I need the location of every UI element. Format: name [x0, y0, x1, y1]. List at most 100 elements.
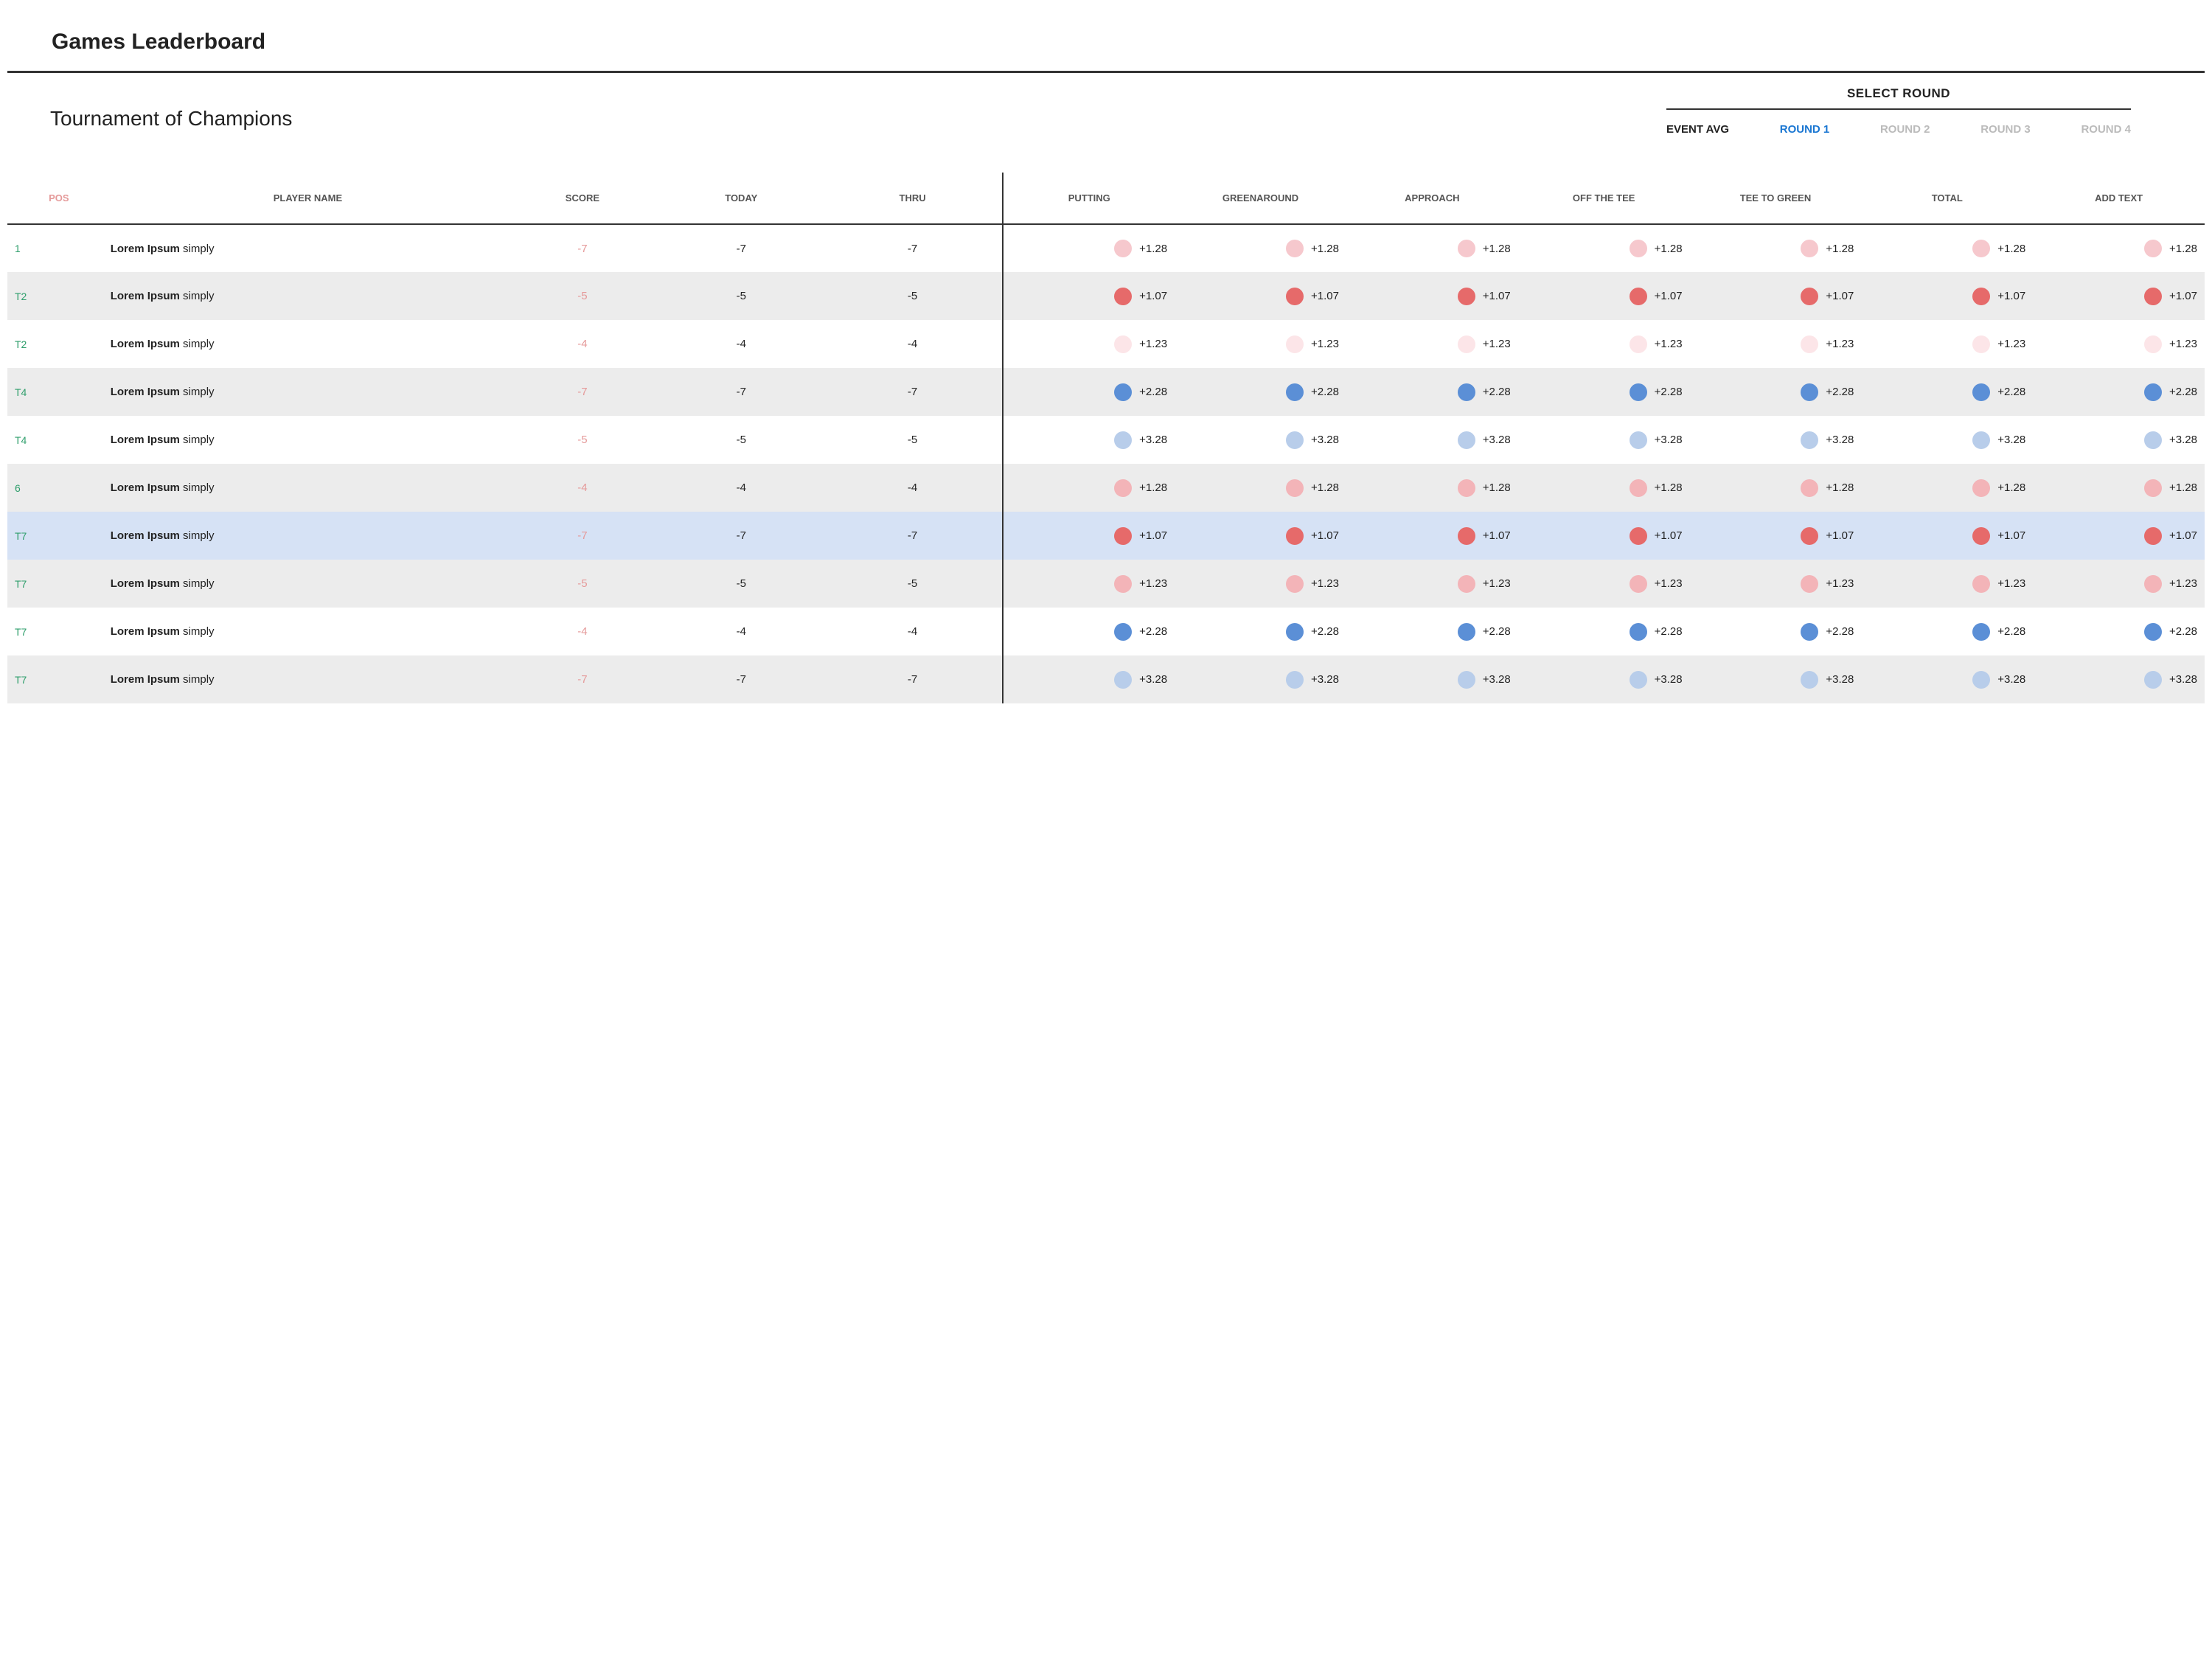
cell-player: Lorem Ipsum simply — [111, 368, 505, 416]
round-selector: SELECT ROUND EVENT AVG ROUND 1 ROUND 2 ROUN… — [1666, 80, 2131, 136]
stat-value: +3.28 — [1311, 673, 1339, 686]
stat-value: +1.23 — [1826, 338, 1854, 350]
table-row[interactable]: T4Lorem Ipsum simply-5-5-5+3.28+3.28+3.2… — [7, 416, 2205, 464]
round-tab-1[interactable]: ROUND 1 — [1780, 123, 1830, 136]
table-row[interactable]: T2Lorem Ipsum simply-4-4-4+1.23+1.23+1.2… — [7, 320, 2205, 368]
cell-pos: 1 — [7, 224, 111, 272]
cell-stat: +3.28 — [1003, 655, 1175, 703]
stat-dot-icon — [1114, 527, 1132, 545]
cell-stat: +1.28 — [2033, 224, 2205, 272]
cell-thru: -4 — [823, 320, 1003, 368]
cell-stat: +1.07 — [1346, 272, 1518, 320]
stat-value: +1.28 — [1483, 481, 1511, 494]
cell-stat: +1.07 — [1518, 512, 1690, 560]
table-row[interactable]: T2Lorem Ipsum simply-5-5-5+1.07+1.07+1.0… — [7, 272, 2205, 320]
stat-dot-icon — [2144, 575, 2162, 593]
cell-thru: -4 — [823, 608, 1003, 655]
stat-dot-icon — [1458, 288, 1475, 305]
stat-dot-icon — [1458, 575, 1475, 593]
stat-dot-icon — [2144, 479, 2162, 497]
cell-score: -5 — [505, 416, 660, 464]
stat-value: +2.28 — [1655, 625, 1683, 638]
cell-thru: -7 — [823, 655, 1003, 703]
page-title: Games Leaderboard — [52, 29, 2205, 55]
select-round-label: SELECT ROUND — [1666, 80, 2131, 108]
cell-thru: -5 — [823, 416, 1003, 464]
cell-stat: +1.23 — [1861, 560, 2033, 608]
stat-value: +1.23 — [1139, 577, 1167, 590]
cell-stat: +2.28 — [1003, 368, 1175, 416]
stat-dot-icon — [1458, 383, 1475, 401]
stat-dot-icon — [1114, 479, 1132, 497]
round-tab-2[interactable]: ROUND 2 — [1880, 123, 1930, 136]
table-row[interactable]: T4Lorem Ipsum simply-7-7-7+2.28+2.28+2.2… — [7, 368, 2205, 416]
stat-dot-icon — [2144, 527, 2162, 545]
stat-value: +1.23 — [1997, 577, 2025, 590]
table-row[interactable]: 1Lorem Ipsum simply-7-7-7+1.28+1.28+1.28… — [7, 224, 2205, 272]
stat-dot-icon — [1972, 383, 1990, 401]
cell-score: -5 — [505, 272, 660, 320]
stat-value: +1.23 — [1483, 577, 1511, 590]
stat-value: +1.23 — [1311, 577, 1339, 590]
stat-value: +1.23 — [1655, 577, 1683, 590]
cell-stat: +2.28 — [2033, 608, 2205, 655]
cell-stat: +2.28 — [2033, 368, 2205, 416]
cell-stat: +3.28 — [2033, 416, 2205, 464]
cell-stat: +3.28 — [1003, 416, 1175, 464]
round-tab-3[interactable]: ROUND 3 — [1980, 123, 2031, 136]
stat-value: +2.28 — [1997, 625, 2025, 638]
col-total: TOTAL — [1861, 173, 2033, 224]
cell-pos: T4 — [7, 416, 111, 464]
stat-value: +3.28 — [1655, 673, 1683, 686]
cell-player: Lorem Ipsum simply — [111, 608, 505, 655]
cell-stat: +3.28 — [1175, 416, 1346, 464]
stat-dot-icon — [2144, 240, 2162, 257]
cell-stat: +1.23 — [2033, 560, 2205, 608]
cell-stat: +1.07 — [1861, 272, 2033, 320]
tournament-name: Tournament of Champions — [50, 107, 292, 131]
stat-value: +1.07 — [1139, 529, 1167, 542]
cell-stat: +2.28 — [1690, 368, 1862, 416]
cell-today: -5 — [660, 416, 823, 464]
cell-stat: +3.28 — [1175, 655, 1346, 703]
stat-value: +1.07 — [1483, 290, 1511, 302]
stat-value: +1.07 — [1997, 529, 2025, 542]
cell-pos: T2 — [7, 272, 111, 320]
stat-dot-icon — [1801, 383, 1818, 401]
stat-dot-icon — [1801, 527, 1818, 545]
table-row[interactable]: 6Lorem Ipsum simply-4-4-4+1.28+1.28+1.28… — [7, 464, 2205, 512]
cell-today: -5 — [660, 560, 823, 608]
cell-stat: +3.28 — [1346, 416, 1518, 464]
cell-stat: +1.23 — [1518, 320, 1690, 368]
table-row[interactable]: T7Lorem Ipsum simply-7-7-7+3.28+3.28+3.2… — [7, 655, 2205, 703]
table-row[interactable]: T7Lorem Ipsum simply-4-4-4+2.28+2.28+2.2… — [7, 608, 2205, 655]
round-tab-0[interactable]: EVENT AVG — [1666, 123, 1729, 136]
cell-stat: +1.28 — [1518, 224, 1690, 272]
cell-stat: +1.07 — [2033, 272, 2205, 320]
stat-dot-icon — [1972, 240, 1990, 257]
cell-stat: +3.28 — [1518, 655, 1690, 703]
cell-stat: +1.23 — [1690, 560, 1862, 608]
cell-thru: -7 — [823, 368, 1003, 416]
cell-score: -7 — [505, 224, 660, 272]
table-row[interactable]: T7Lorem Ipsum simply-7-7-7+1.07+1.07+1.0… — [7, 512, 2205, 560]
round-tab-4[interactable]: ROUND 4 — [2081, 123, 2131, 136]
cell-stat: +3.28 — [1861, 655, 2033, 703]
cell-stat: +3.28 — [1346, 655, 1518, 703]
stat-value: +3.28 — [2169, 434, 2197, 446]
cell-today: -7 — [660, 224, 823, 272]
cell-pos: T7 — [7, 608, 111, 655]
stat-value: +1.07 — [1826, 529, 1854, 542]
cell-player: Lorem Ipsum simply — [111, 512, 505, 560]
stat-dot-icon — [1458, 240, 1475, 257]
stat-dot-icon — [1458, 623, 1475, 641]
cell-thru: -4 — [823, 464, 1003, 512]
cell-stat: +2.28 — [1861, 608, 2033, 655]
stat-value: +1.23 — [1997, 338, 2025, 350]
stat-dot-icon — [1630, 623, 1647, 641]
cell-player: Lorem Ipsum simply — [111, 272, 505, 320]
cell-pos: 6 — [7, 464, 111, 512]
cell-thru: -7 — [823, 224, 1003, 272]
table-row[interactable]: T7Lorem Ipsum simply-5-5-5+1.23+1.23+1.2… — [7, 560, 2205, 608]
stat-value: +1.28 — [1655, 481, 1683, 494]
